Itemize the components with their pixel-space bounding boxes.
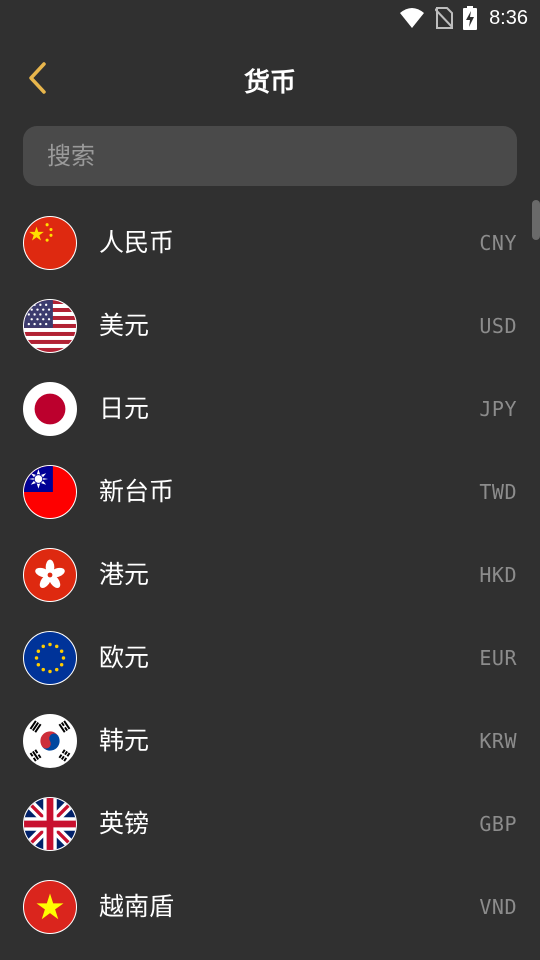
status-bar: 8:36 [0, 0, 540, 36]
currency-code: JPY [479, 397, 517, 421]
currency-name: 欧元 [99, 643, 150, 672]
japan-flag-icon [23, 382, 77, 436]
battery-charging-icon [463, 6, 478, 30]
south-korea-flag-icon [23, 714, 77, 768]
currency-row-eur[interactable]: 欧元 EUR [0, 616, 540, 699]
taiwan-flag-icon [23, 465, 77, 519]
no-sim-icon [435, 7, 454, 29]
currency-row-vnd[interactable]: 越南盾 VND [0, 865, 540, 948]
currency-row-usd[interactable]: 美元 USD [0, 284, 540, 367]
page-title: 货币 [243, 68, 296, 98]
currency-name: 越南盾 [99, 892, 175, 921]
currency-code: HKD [479, 563, 517, 587]
currency-name: 日元 [99, 394, 150, 423]
currency-code: VND [479, 895, 517, 919]
currency-code: KRW [479, 729, 517, 753]
currency-row-hkd[interactable]: 港元 HKD [0, 533, 540, 616]
currency-row-twd[interactable]: 新台币 TWD [0, 450, 540, 533]
currency-name: 英镑 [99, 809, 150, 838]
currency-code: CNY [479, 231, 517, 255]
app-bar: 货币 [0, 44, 540, 118]
currency-name: 韩元 [99, 726, 150, 755]
china-flag-icon [23, 216, 77, 270]
currency-list: 人民币 CNY 美元 USD 日元 JPY 新台币 TWD 港元 HKD 欧元 … [0, 201, 540, 948]
currency-row-gbp[interactable]: 英镑 GBP [0, 782, 540, 865]
hong-kong-flag-icon [23, 548, 77, 602]
currency-row-krw[interactable]: 韩元 KRW [0, 699, 540, 782]
currency-code: TWD [479, 480, 517, 504]
currency-name: 新台币 [99, 477, 175, 506]
wifi-icon [399, 7, 425, 29]
currency-name: 美元 [99, 311, 150, 340]
uk-flag-icon [23, 797, 77, 851]
currency-name: 人民币 [99, 228, 175, 257]
currency-code: GBP [479, 812, 517, 836]
usa-flag-icon [23, 299, 77, 353]
status-time: 8:36 [489, 6, 528, 29]
eu-flag-icon [23, 631, 77, 685]
currency-name: 港元 [99, 560, 150, 589]
vietnam-flag-icon [23, 880, 77, 934]
currency-code: USD [479, 314, 517, 338]
currency-row-jpy[interactable]: 日元 JPY [0, 367, 540, 450]
status-icons: 8:36 [399, 4, 528, 32]
currency-row-cny[interactable]: 人民币 CNY [0, 201, 540, 284]
search-input[interactable] [23, 126, 517, 186]
currency-code: EUR [479, 646, 517, 670]
search-box [23, 126, 517, 186]
